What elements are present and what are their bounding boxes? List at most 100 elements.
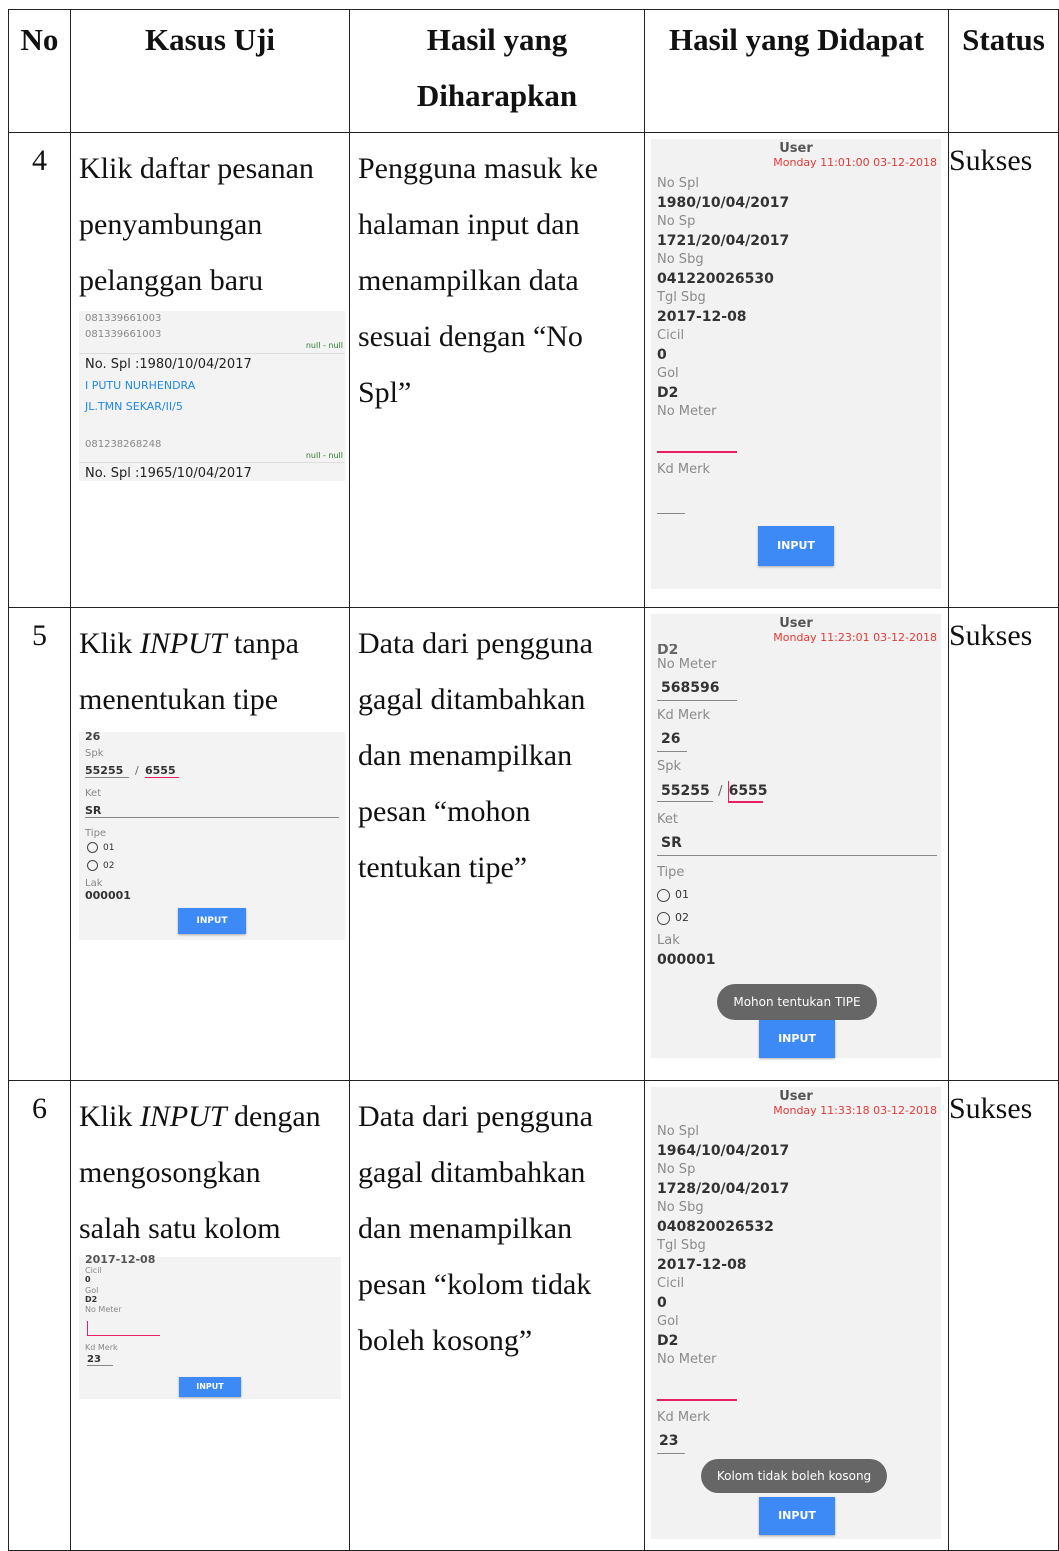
field-label: Gol [657,1314,679,1329]
lak-value: 000001 [657,952,716,968]
kd-merk-input[interactable]: 23 [87,1354,113,1366]
tipe-radio-02[interactable]: 02 [657,908,941,928]
input-button[interactable]: INPUT [758,526,834,566]
gol-value: D2 [85,1295,98,1304]
field-value: D2 [657,385,679,401]
no-meter-input[interactable] [657,421,737,453]
field-list: No Spl 1980/10/04/2017 No Sp 1721/20/04/… [651,169,941,514]
field-value: 2017-12-08 [657,309,747,325]
field-value: 0 [657,347,667,363]
kasus-line: pelanggan baru [79,264,264,297]
toast-message: Mohon tentukan TIPE [717,984,877,1020]
hasil-line: menampilkan data [358,264,579,297]
spk-input-b[interactable]: 6555 [145,764,179,778]
timestamp: Monday 11:01:00 03-12-2018 [773,156,937,169]
ket-input[interactable]: SR [85,804,339,818]
field-label: Cicil [657,328,685,343]
field-label: No Spl [657,176,699,191]
header-no: No [8,9,71,133]
kd-merk-label: Kd Merk [657,708,710,723]
no-meter-input[interactable] [657,1369,737,1401]
kd-merk-input[interactable] [657,479,685,514]
input-button[interactable]: INPUT [759,1020,835,1058]
kasus-line: Klik daftar pesanan [79,152,314,185]
toast-message: Kolom tidak boleh kosong [701,1459,887,1493]
timestamp: Monday 11:23:01 03-12-2018 [773,631,937,644]
spk-input-b[interactable]: 6555 [727,781,768,803]
row-number: 5 [8,607,71,1081]
no-meter-input[interactable]: 568596 [657,674,737,701]
tipe-radio-01[interactable]: 01 [87,842,114,853]
tipe-error-screenshot: User Monday 11:23:01 03-12-2018 D2 No Me… [651,614,941,1058]
radio-label: 01 [675,888,689,901]
input-button[interactable]: INPUT [759,1497,835,1535]
spk-input-a[interactable]: 55255 [657,781,713,802]
hasil-line: Spl” [358,376,412,409]
field-label: Gol [657,366,679,381]
kd-merk-label: Kd Merk [85,1343,118,1352]
hasil-line: Data dari pengguna [358,627,593,660]
ket-input[interactable]: SR [657,829,937,856]
kd-merk-input[interactable]: 23 [657,1427,685,1454]
field-value: 1728/20/04/2017 [657,1181,790,1197]
hasil-cell: Data dari pengguna gagal ditambahkan dan… [349,607,645,1081]
kasus-text: dengan [226,1100,321,1133]
order-list-screenshot: 081339661003 081339661003 null - null No… [79,311,345,481]
header-row: No Kasus Uji Hasil yang Diharapkan Hasil… [8,9,1059,133]
spk-label: Spk [85,748,104,759]
test-case-table: No Kasus Uji Hasil yang Diharapkan Hasil… [8,9,1059,1551]
kasus-cell: Klik daftar pesanan penyambungan pelangg… [70,132,350,608]
dapat-cell: User Monday 11:01:00 03-12-2018 No Spl 1… [644,132,949,608]
field-label: Cicil [657,1276,685,1291]
empty-field-error-screenshot: User Monday 11:33:18 03-12-2018 No Spl 1… [651,1087,941,1539]
spk-input-a[interactable]: 55255 [85,764,129,778]
user-label: User [779,1089,813,1104]
input-button[interactable]: INPUT [178,908,246,934]
kasus-text: tanpa [226,627,299,660]
hasil-line: dan menampilkan [358,739,573,772]
order-spl[interactable]: No. Spl :1980/10/04/2017 [85,357,252,372]
tipe-radio-02[interactable]: 02 [87,860,114,871]
ket-label: Ket [85,788,102,799]
field-value: D2 [657,1333,679,1349]
lak-value: 000001 [85,889,131,902]
no-meter-label: No Meter [657,1352,717,1367]
tipe-radio-01[interactable]: 01 [657,882,941,908]
null-status: null - null [305,451,343,460]
header-hasil-line1: Hasil yang [426,22,568,57]
timestamp: Monday 11:33:18 03-12-2018 [773,1104,937,1117]
status-cell: Sukses [948,1080,1059,1551]
customer-name: I PUTU NURHENDRA [85,379,196,392]
no-meter-input[interactable] [87,1321,160,1336]
phone-number: 081339661003 [85,313,162,324]
field-value: 0 [657,1295,667,1311]
null-status: null - null [305,341,343,350]
input-form-screenshot: User Monday 11:01:00 03-12-2018 No Spl 1… [651,139,941,589]
customer-address: JL.TMN SEKAR/II/5 [85,400,183,413]
row-number: 4 [8,132,71,608]
user-label: User [779,141,813,156]
hasil-line: gagal ditambahkan [358,683,586,716]
table-row: 5 Klik INPUT tanpa menentukan tipe 26 Sp… [8,607,1059,1081]
hasil-line: dan menampilkan [358,1212,573,1245]
dapat-cell: User Monday 11:23:01 03-12-2018 D2 No Me… [644,607,949,1081]
field-label: Tgl Sbg [657,290,706,305]
hasil-line: sesuai dengan “No [358,320,583,353]
gol-label: Gol [85,1286,99,1295]
row-number: 6 [8,1080,71,1551]
hasil-line: tentukan tipe” [358,851,528,884]
kd-merk-label: Kd Merk [657,462,710,477]
order-spl[interactable]: No. Spl :1965/10/04/2017 [85,466,252,481]
field-value: 2017-12-08 [657,1257,747,1273]
radio-label: 01 [103,843,115,853]
input-button[interactable]: INPUT [179,1377,241,1397]
field-value: 1721/20/04/2017 [657,233,790,249]
kasus-cell: Klik INPUT dengan mengosongkan salah sat… [70,1080,350,1551]
hasil-cell: Data dari pengguna gagal ditambahkan dan… [349,1080,645,1551]
kasus-cell: Klik INPUT tanpa menentukan tipe 26 Spk … [70,607,350,1081]
hasil-line: halaman input dan [358,208,580,241]
kd-merk-input[interactable]: 26 [657,725,687,752]
status-cell: Sukses [948,132,1059,608]
kasus-emphasis: INPUT [139,1100,227,1133]
field-label: Tgl Sbg [657,1238,706,1253]
